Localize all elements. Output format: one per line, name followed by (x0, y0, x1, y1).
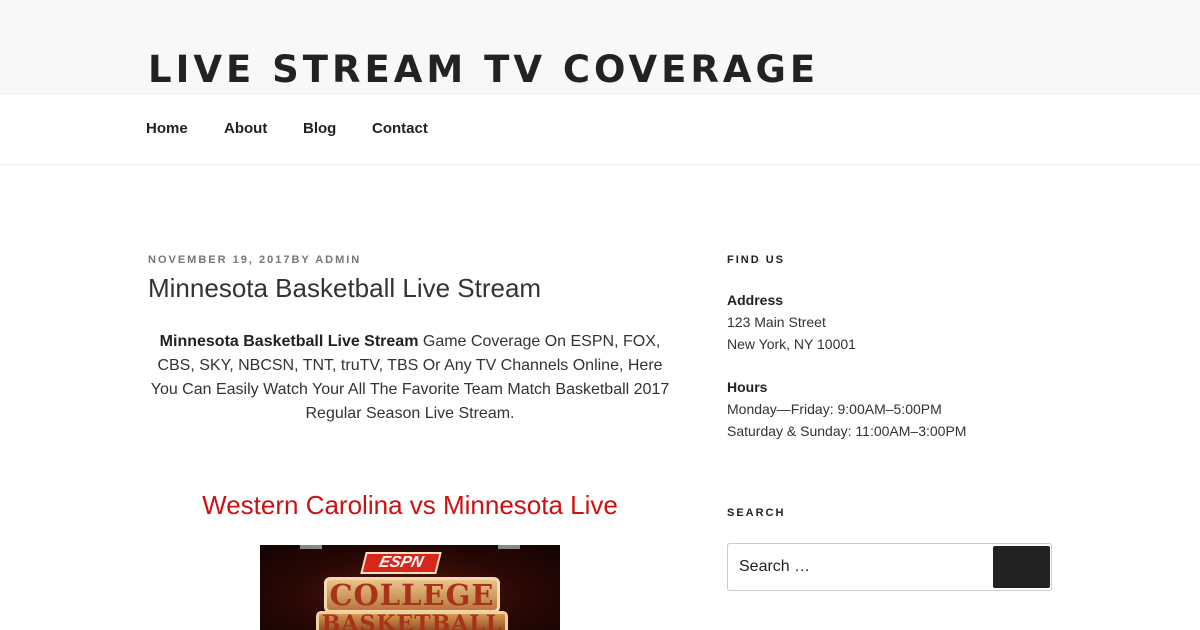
hours-label: Hours (727, 379, 768, 395)
post-author-link[interactable]: ADMIN (315, 254, 361, 266)
address-line-1: 123 Main Street (727, 314, 826, 330)
basketball-sign: BASKETBALL (316, 611, 508, 630)
search-form (727, 543, 1052, 591)
nav-item-contact[interactable]: Contact (372, 120, 428, 137)
find-us-widget-title: FIND US (727, 254, 785, 266)
post-date-link[interactable]: NOVEMBER 19, 2017 (148, 254, 291, 266)
nav-item-home[interactable]: Home (146, 120, 188, 137)
stage-light (300, 545, 322, 549)
nav-item-blog[interactable]: Blog (303, 120, 336, 137)
espn-logo: ESPN (360, 552, 442, 574)
hours-line-2: Saturday & Sunday: 11:00AM–3:00PM (727, 423, 967, 439)
post-by-label: BY (291, 254, 311, 266)
espn-college-basketball-image: ESPN COLLEGE BASKETBALL (260, 545, 560, 630)
site-title[interactable]: LIVE STREAM TV COVERAGE (148, 48, 819, 91)
search-widget-title: SEARCH (727, 507, 786, 519)
main-navigation: Home About Blog Contact (0, 94, 1200, 165)
address-line-2: New York, NY 10001 (727, 336, 856, 352)
search-button[interactable] (993, 546, 1050, 588)
post-title: Minnesota Basketball Live Stream (148, 273, 542, 303)
post-intro-bold: Minnesota Basketball Live Stream (159, 333, 419, 350)
search-input[interactable] (728, 544, 992, 590)
college-sign: COLLEGE (324, 577, 500, 613)
nav-item-about[interactable]: About (224, 120, 267, 137)
hours-line-1: Monday—Friday: 9:00AM–5:00PM (727, 401, 942, 417)
stage-light (498, 545, 520, 549)
post-meta: NOVEMBER 19, 2017BY ADMIN (148, 254, 361, 266)
site-header: LIVE STREAM TV COVERAGE (0, 0, 1200, 94)
address-label: Address (727, 292, 784, 308)
post-subheading: Western Carolina vs Minnesota Live (202, 490, 618, 520)
post-intro: Minnesota Basketball Live Stream Game Co… (150, 330, 670, 426)
